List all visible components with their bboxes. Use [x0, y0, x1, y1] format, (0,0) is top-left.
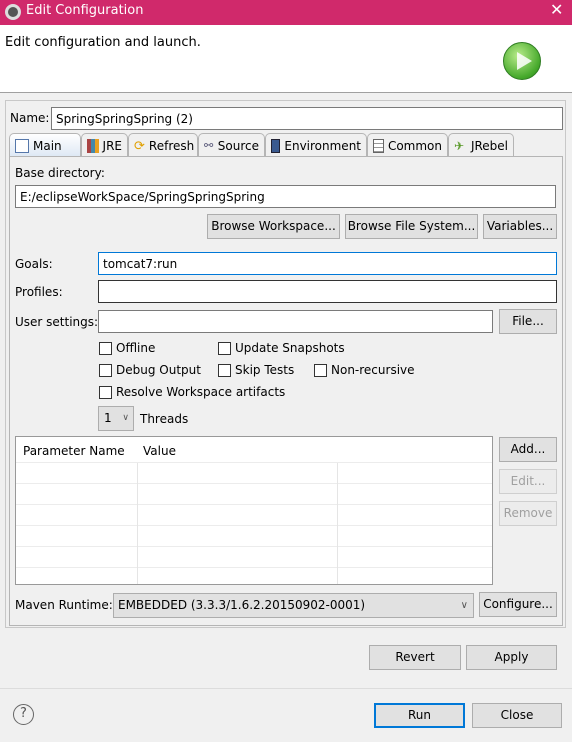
- maven-runtime-select[interactable]: EMBEDDED (3.3.3/1.6.2.20150902-0001) ∨: [113, 593, 474, 618]
- column-header-parameter-name[interactable]: Parameter Name: [23, 443, 125, 459]
- add-button[interactable]: Add...: [499, 437, 557, 462]
- environment-icon: [271, 138, 281, 153]
- tab-label: Environment: [284, 138, 361, 153]
- profiles-label: Profiles:: [15, 285, 63, 299]
- tab-label: JRebel: [470, 138, 508, 153]
- tab-source[interactable]: ⚯ Source: [198, 133, 265, 157]
- checkbox-label: Non-recursive: [331, 363, 415, 377]
- browse-workspace-button[interactable]: Browse Workspace...: [207, 214, 340, 239]
- window-title: Edit Configuration: [26, 3, 144, 18]
- common-icon: [373, 138, 384, 153]
- threads-value: 1: [104, 411, 112, 425]
- tab-refresh[interactable]: ⟳ Refresh: [128, 133, 198, 157]
- resolve-workspace-checkbox[interactable]: Resolve Workspace artifacts: [99, 385, 285, 399]
- apply-button[interactable]: Apply: [466, 645, 557, 670]
- file-button[interactable]: File...: [499, 309, 557, 334]
- debug-output-checkbox[interactable]: Debug Output: [99, 363, 201, 377]
- maven-runtime-label: Maven Runtime:: [15, 598, 113, 612]
- variables-button[interactable]: Variables...: [483, 214, 557, 239]
- threads-label: Threads: [140, 412, 189, 426]
- title-bar: Edit Configuration ✕: [0, 0, 572, 25]
- offline-checkbox[interactable]: Offline: [99, 341, 155, 355]
- dialog-header: Edit configuration and launch.: [0, 25, 572, 93]
- checkbox-label: Skip Tests: [235, 363, 295, 377]
- goals-input[interactable]: tomcat7:run: [98, 252, 557, 275]
- tab-jrebel[interactable]: ✈ JRebel: [448, 133, 514, 157]
- source-icon: ⚯: [204, 138, 214, 152]
- tab-label: Refresh: [148, 138, 195, 153]
- name-input[interactable]: SpringSpringSpring (2): [51, 107, 563, 130]
- chevron-down-icon: ∨: [460, 600, 468, 611]
- configure-button[interactable]: Configure...: [479, 592, 557, 617]
- non-recursive-checkbox[interactable]: Non-recursive: [314, 363, 415, 377]
- parameters-table[interactable]: Parameter Name Value: [15, 436, 493, 585]
- jrebel-icon: ✈: [454, 138, 465, 153]
- header-message: Edit configuration and launch.: [5, 35, 201, 50]
- tab-main[interactable]: Main: [9, 133, 81, 157]
- tab-label: Common: [387, 138, 442, 153]
- tab-label: Source: [217, 138, 259, 153]
- column-header-value[interactable]: Value: [143, 443, 176, 459]
- remove-button[interactable]: Remove: [499, 501, 557, 526]
- tab-label: Main: [33, 138, 62, 153]
- chevron-down-icon: ∨: [122, 413, 129, 423]
- checkbox-label: Update Snapshots: [235, 341, 345, 355]
- checkbox-label: Offline: [116, 341, 156, 355]
- user-settings-input[interactable]: [98, 310, 493, 333]
- checkbox-label: Resolve Workspace artifacts: [116, 385, 286, 399]
- update-snapshots-checkbox[interactable]: Update Snapshots: [218, 341, 345, 355]
- tab-label: JRE: [102, 138, 122, 153]
- help-icon[interactable]: ?: [13, 704, 34, 725]
- revert-button[interactable]: Revert: [369, 645, 461, 670]
- play-triangle-icon: [517, 52, 532, 70]
- jre-icon: [87, 138, 99, 153]
- close-button[interactable]: Close: [472, 703, 562, 728]
- runtime-value: EMBEDDED (3.3.3/1.6.2.20150902-0001): [118, 598, 366, 612]
- base-directory-input[interactable]: E:/eclipseWorkSpace/SpringSpringSpring: [15, 185, 556, 208]
- run-button[interactable]: Run: [374, 703, 465, 728]
- tab-common[interactable]: Common: [367, 133, 448, 157]
- edit-button[interactable]: Edit...: [499, 469, 557, 494]
- user-settings-label: User settings:: [15, 315, 99, 329]
- base-directory-label: Base directory:: [15, 166, 105, 180]
- checkbox-label: Debug Output: [116, 363, 201, 377]
- close-icon[interactable]: ✕: [550, 2, 563, 18]
- goals-label: Goals:: [15, 257, 53, 271]
- skip-tests-checkbox[interactable]: Skip Tests: [218, 363, 294, 377]
- profiles-input[interactable]: [98, 280, 557, 303]
- browse-file-system-button[interactable]: Browse File System...: [345, 214, 478, 239]
- main-tab-icon: [15, 138, 29, 153]
- footer-divider: [0, 688, 572, 689]
- tab-environment[interactable]: Environment: [265, 133, 367, 157]
- threads-select[interactable]: 1 ∨: [98, 406, 134, 431]
- tab-jre[interactable]: JRE: [81, 133, 128, 157]
- refresh-icon: ⟳: [134, 138, 145, 154]
- name-label: Name:: [10, 111, 50, 125]
- eclipse-gear-icon: [5, 4, 21, 20]
